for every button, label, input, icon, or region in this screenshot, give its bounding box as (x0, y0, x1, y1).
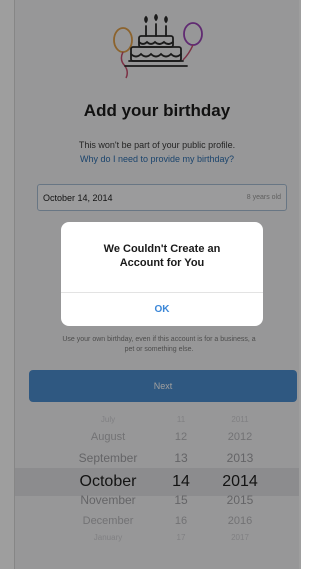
error-dialog: We Couldn't Create an Account for You OK (61, 222, 263, 326)
dialog-title-line-1: We Couldn't Create an (103, 243, 221, 255)
dialog-title: We Couldn't Create an Account for You (61, 242, 263, 270)
dialog-title-line-2: Account for You (119, 257, 205, 269)
dialog-ok-button[interactable]: OK (61, 293, 263, 326)
